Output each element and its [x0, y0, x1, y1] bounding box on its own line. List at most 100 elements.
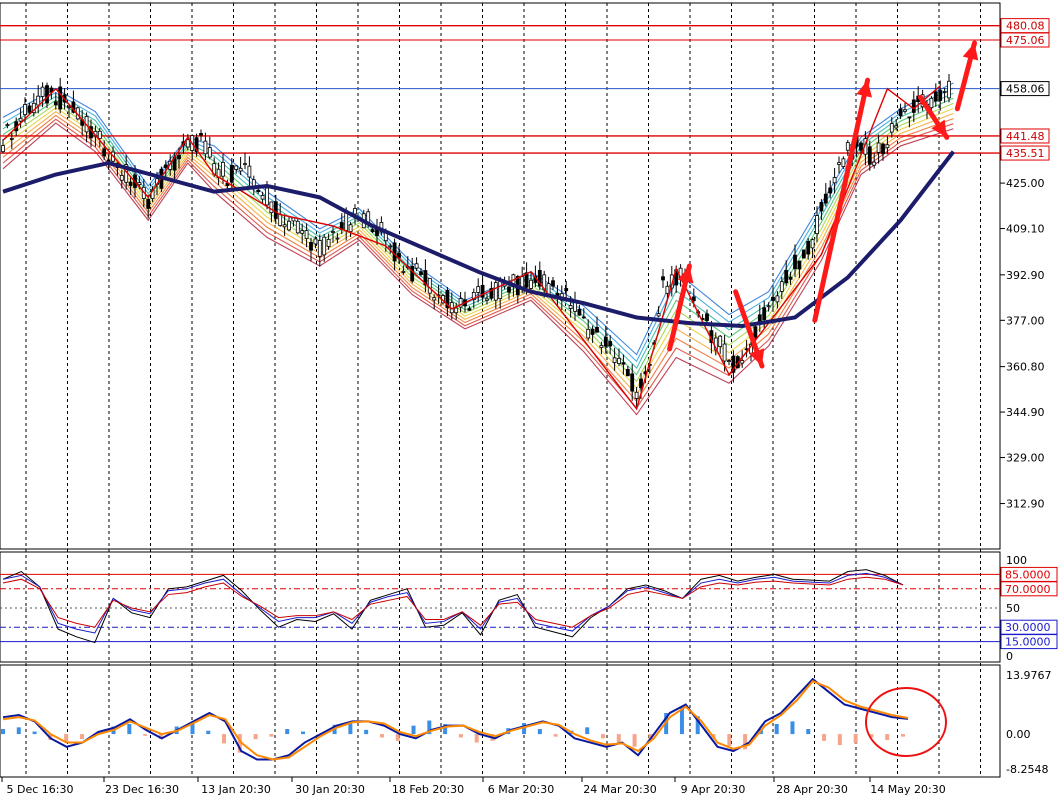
macd-histogram-bar: [790, 721, 795, 735]
candle-body: [128, 181, 133, 186]
macd-histogram-bar: [632, 734, 637, 747]
candle-body: [832, 177, 837, 184]
candle-body: [656, 313, 661, 317]
candle-body: [432, 297, 437, 301]
candle-body: [309, 241, 313, 251]
candle-body: [102, 148, 107, 157]
candle-body: [5, 124, 10, 126]
macd-histogram-bar: [32, 731, 37, 735]
x-tick-label: 14 May 20:30: [870, 783, 945, 796]
candle-body: [722, 343, 727, 362]
y-tick-label: 377.00: [1006, 314, 1045, 327]
candle-body: [344, 211, 349, 231]
macd-histogram-bar: [301, 731, 305, 735]
candle-body: [929, 97, 934, 109]
macd-histogram-bar: [269, 734, 274, 737]
candle-body: [894, 125, 899, 129]
macd-histogram-bar: [411, 725, 416, 735]
chart-canvas: 425.00 409.10 392.90 377.00 360.80 344.90 329.…: [0, 0, 1060, 801]
candle-body: [97, 130, 102, 139]
macd-histogram-bar: [127, 723, 132, 735]
candle-body: [247, 165, 252, 178]
x-tick-label: 18 Feb 20:30: [392, 783, 464, 796]
candle-body: [207, 147, 212, 158]
candle-body: [45, 85, 49, 104]
candle-body: [507, 286, 511, 293]
candle-body: [273, 201, 278, 219]
candle-body: [146, 198, 151, 209]
candle-body: [903, 109, 907, 112]
candle-body: [269, 201, 274, 214]
candle-body: [392, 242, 397, 262]
x-tick-label: 9 Apr 20:30: [681, 783, 746, 796]
candle-body: [18, 117, 23, 122]
candle-body: [938, 90, 943, 101]
x-tick-label: 30 Jan 20:30: [295, 783, 365, 796]
candle-body: [907, 116, 912, 119]
candle-body: [586, 328, 591, 339]
candle-body: [599, 345, 604, 348]
candle-body: [784, 270, 789, 284]
candle-body: [53, 101, 58, 106]
candle-body: [520, 276, 525, 288]
candle-body: [872, 161, 877, 166]
candle-body: [727, 360, 731, 362]
candle-body: [331, 231, 335, 233]
macd-histogram-bar: [774, 723, 779, 735]
macd-histogram-bar: [253, 734, 258, 740]
candle-body: [353, 208, 357, 215]
candle-body: [335, 237, 340, 240]
osc-y-label: 0: [1006, 650, 1013, 663]
macd-histogram-bar: [364, 729, 369, 735]
macd-histogram-bar: [379, 734, 384, 738]
candle-body: [326, 238, 331, 247]
macd-histogram-bar: [16, 727, 21, 735]
candle-body: [889, 123, 894, 133]
macd-histogram-bar: [348, 723, 353, 735]
macd-histogram-bar: [837, 734, 842, 746]
x-tick-label: 13 Jan 20:30: [201, 783, 271, 796]
candle-body: [234, 165, 239, 170]
candle-body: [260, 195, 265, 200]
candle-body: [119, 175, 124, 181]
candle-body: [885, 144, 890, 149]
candle-body: [819, 201, 824, 212]
candle-body: [766, 305, 771, 308]
candle-body: [617, 357, 621, 364]
price-level-label: 435.51: [1006, 147, 1045, 160]
candle-body: [841, 158, 846, 167]
candle-body: [634, 391, 639, 399]
y-tick-label: 425.00: [1006, 177, 1045, 190]
candle-body: [612, 357, 617, 363]
x-tick-label: 28 Apr 20:30: [776, 783, 848, 796]
candle-body: [36, 95, 41, 106]
macd-histogram-bar: [727, 734, 732, 746]
candle-body: [806, 240, 811, 255]
candle-body: [793, 254, 797, 270]
candle-body: [476, 286, 481, 293]
macd-histogram-bar: [1, 729, 5, 735]
osc-y-label: 50: [1006, 602, 1020, 615]
candle-body: [577, 308, 582, 316]
candle-body: [291, 217, 296, 222]
candle-body: [23, 104, 27, 115]
candle-body: [1, 145, 5, 153]
candle-body: [718, 335, 723, 348]
y-tick-label: 329.00: [1006, 452, 1045, 465]
candle-body: [287, 220, 291, 231]
candle-body: [256, 189, 261, 193]
candle-body: [762, 307, 767, 320]
candle-body: [265, 187, 269, 206]
candle-body: [859, 142, 863, 151]
candle-body: [608, 341, 613, 347]
macd-histogram-bar: [537, 729, 542, 735]
trading-chart: 425.00 409.10 392.90 377.00 360.80 344.90 329.…: [0, 0, 1060, 801]
macd-histogram-bar: [458, 734, 463, 738]
y-tick-label: 312.90: [1006, 498, 1045, 511]
candle-body: [295, 220, 300, 234]
macd-histogram-bar: [901, 734, 905, 737]
candle-body: [58, 86, 63, 110]
candle-body: [370, 229, 375, 233]
candle-body: [691, 296, 696, 302]
candle-body: [810, 239, 815, 249]
